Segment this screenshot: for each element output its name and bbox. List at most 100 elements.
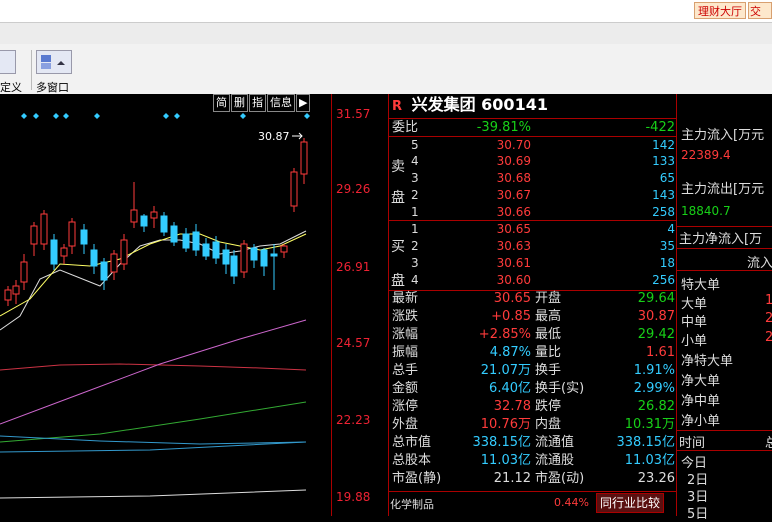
- quote-label: 总股本: [392, 453, 432, 468]
- volume: 142: [652, 138, 675, 152]
- quote-value: 338.15亿: [616, 435, 676, 450]
- quote-label: 总手: [392, 363, 419, 378]
- quote-value: 21.07万: [480, 363, 531, 378]
- candle-body: [182, 233, 190, 249]
- sell-row[interactable]: 4 30.69 133: [389, 154, 677, 168]
- sell-row[interactable]: 5 30.70 142: [389, 138, 677, 152]
- quote-label: 量比: [535, 345, 562, 360]
- price: 30.66: [496, 205, 531, 219]
- quote-label: 振幅: [392, 345, 419, 360]
- quote-value: 26.82: [637, 399, 675, 414]
- price: 30.65: [496, 222, 531, 236]
- finance-hall-button[interactable]: 理财大厅: [694, 2, 746, 19]
- quote-row: 外盘 10.76万 内盘 10.31万: [389, 418, 677, 435]
- custom-button[interactable]: 定义: [0, 50, 28, 94]
- price: 30.67: [496, 188, 531, 202]
- sell-row[interactable]: 2 30.67 143: [389, 188, 677, 202]
- level: 1: [411, 222, 419, 236]
- quote-value: 30.65: [493, 291, 531, 306]
- candle-body: [192, 231, 200, 251]
- candle-body: [40, 213, 48, 245]
- order-ratio-pct: -39.81%: [476, 120, 531, 135]
- quote-value: 32.78: [493, 399, 531, 414]
- y-tick-label: 29.26: [336, 182, 371, 196]
- flow-col-header: 流入: [747, 256, 772, 271]
- level: 5: [411, 138, 419, 152]
- quote-value: 10.31万: [624, 417, 675, 432]
- outflow-label: 主力流出[万元: [681, 182, 765, 197]
- quote-value: 30.87: [637, 309, 675, 324]
- quote-label: 涨幅: [392, 327, 419, 342]
- level: 3: [411, 256, 419, 270]
- sell-row[interactable]: 1 30.66 258: [389, 205, 677, 219]
- inflow-label: 主力流入[万元: [681, 128, 765, 143]
- quote-row: 金额 6.40亿 换手(实) 2.99%: [389, 382, 677, 399]
- volume: 4: [667, 222, 675, 236]
- kline-chart[interactable]: 简 删 指 信息 ▶ 30.87 31.57 29.26 26.91 24.57…: [0, 94, 388, 516]
- net-row-label: 净特大单: [681, 354, 734, 369]
- candle-body: [300, 141, 308, 175]
- price-axis-line: [331, 94, 332, 516]
- stock-name: 兴发集团 600141: [411, 95, 548, 114]
- stock-logo: R: [392, 99, 403, 114]
- y-tick-label: 22.23: [336, 413, 371, 427]
- net-inflow-label: 主力净流入[万: [679, 232, 763, 247]
- kline-plot: 30.87: [0, 113, 310, 499]
- multi-window-button[interactable]: 多窗口: [34, 50, 74, 94]
- quote-label: 跌停: [535, 399, 562, 414]
- industry-name[interactable]: 化学制品: [390, 496, 434, 512]
- menu-band: [0, 22, 772, 45]
- quote-value: 10.76万: [480, 417, 531, 432]
- stock-header: R 兴发集团 600141: [389, 94, 677, 118]
- trade-button[interactable]: 交易: [748, 2, 772, 19]
- candle-body: [260, 249, 268, 267]
- quote-label: 最低: [535, 327, 562, 342]
- buy-row[interactable]: 1 30.65 4: [389, 222, 677, 236]
- quote-label: 市盈(静): [392, 471, 442, 486]
- candle-body: [250, 247, 258, 261]
- quote-label: 换手: [535, 363, 562, 378]
- volume: 143: [652, 188, 675, 202]
- candle-body: [30, 225, 38, 245]
- volume: 133: [652, 154, 675, 168]
- quote-label: 流通股: [535, 453, 575, 468]
- level: 3: [411, 171, 419, 185]
- outflow-value: 18840.7: [681, 204, 731, 218]
- volume: 258: [652, 205, 675, 219]
- candle-body: [130, 209, 138, 223]
- top-bar: 理财大厅 交易: [0, 0, 772, 22]
- buy-row[interactable]: 3 30.61 18: [389, 256, 677, 270]
- quote-row: 涨跌 +0.85 最高 30.87: [389, 310, 677, 327]
- flow-row-label: 小单: [681, 334, 708, 349]
- flow-row-value: 1: [765, 293, 772, 308]
- flow-row-label: 中单: [681, 315, 708, 330]
- industry-compare-button[interactable]: 同行业比较: [596, 493, 665, 513]
- price: 30.61: [496, 256, 531, 270]
- custom-icon: [0, 50, 16, 74]
- time-header: 时间: [679, 436, 706, 451]
- quote-value: 11.03亿: [624, 453, 675, 468]
- level: 4: [411, 273, 419, 287]
- level: 2: [411, 188, 419, 202]
- divider: [389, 290, 677, 291]
- divider: [389, 220, 677, 221]
- quote-label: 金额: [392, 381, 419, 396]
- quote-label: 总市值: [392, 435, 432, 450]
- sell-row[interactable]: 3 30.68 65: [389, 171, 677, 185]
- buy-row[interactable]: 2 30.63 35: [389, 239, 677, 253]
- price: 30.60: [496, 273, 531, 287]
- quote-label: 涨跌: [392, 309, 419, 324]
- candle-body: [60, 247, 68, 257]
- quote-label: 流通值: [535, 435, 575, 450]
- quote-value: 23.26: [637, 471, 675, 486]
- candles: [4, 138, 308, 306]
- quote-label: 市盈(动): [535, 471, 585, 486]
- level: 2: [411, 239, 419, 253]
- quote-label: 换手(实): [535, 381, 585, 396]
- multi-window-icon: [36, 50, 72, 74]
- order-ratio-diff: -422: [645, 120, 675, 135]
- buy-row[interactable]: 4 30.60 256: [389, 273, 677, 287]
- net-row-label: 净大单: [681, 374, 721, 389]
- quote-row: 涨幅 +2.85% 最低 29.42: [389, 328, 677, 345]
- order-ratio-label: 委比: [392, 120, 419, 135]
